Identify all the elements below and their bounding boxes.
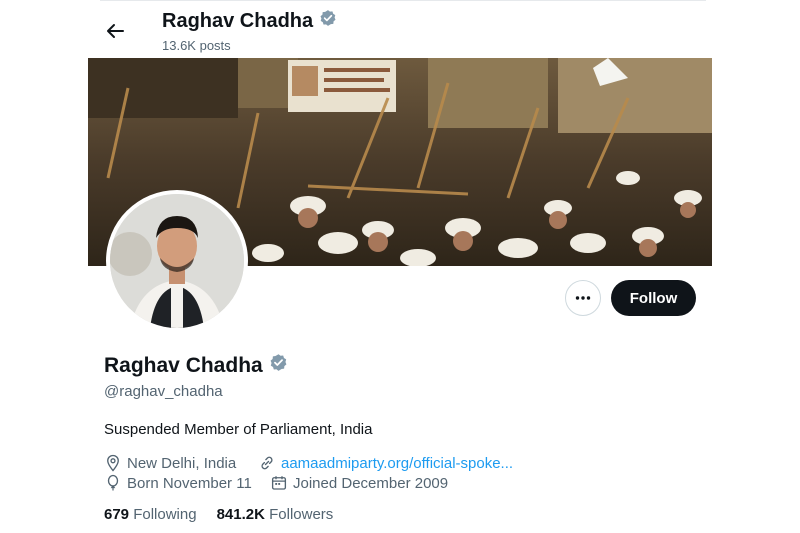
joined: Joined December 2009 (270, 474, 448, 492)
display-name: Raghav Chadha (104, 353, 263, 377)
followers-count: 841.2K (216, 506, 265, 523)
following-count: 679 (104, 506, 130, 523)
follow-counts: 679 Following 841.2K Followers (104, 506, 333, 523)
following-label: Following (133, 506, 197, 523)
top-divider (100, 0, 706, 1)
back-arrow-icon[interactable] (104, 20, 126, 42)
followers-label: Followers (269, 506, 334, 523)
header-name: Raghav Chadha (162, 9, 314, 32)
avatar[interactable] (106, 190, 248, 332)
following-link[interactable]: 679 Following (104, 506, 197, 523)
more-horizontal-icon (575, 296, 591, 300)
website-link[interactable]: aamaadmiparty.org/official-spoke... (281, 455, 513, 472)
website[interactable]: aamaadmiparty.org/official-spoke... (258, 454, 513, 472)
birthday-text: Born November 11 (127, 474, 252, 492)
location: New Delhi, India (104, 454, 236, 472)
location-text: New Delhi, India (127, 454, 237, 472)
location-pin-icon (107, 454, 119, 472)
birthday: Born November 11 (104, 474, 252, 492)
verified-badge-icon[interactable] (269, 353, 288, 378)
bio: Suspended Member of Parliament, India (104, 421, 373, 438)
post-count: 13.6K posts (162, 38, 231, 53)
profile-name: Raghav Chadha (104, 353, 288, 378)
followers-link[interactable]: 841.2K Followers (217, 506, 334, 523)
follow-button[interactable]: Follow (611, 280, 696, 316)
more-options-button[interactable] (565, 280, 601, 316)
balloon-icon (107, 474, 119, 491)
handle: @raghav_chadha (104, 383, 223, 400)
header-title: Raghav Chadha (162, 9, 337, 33)
link-icon (261, 456, 273, 470)
joined-text: Joined December 2009 (293, 474, 449, 492)
verified-badge-icon (319, 9, 337, 33)
calendar-icon (271, 476, 287, 490)
